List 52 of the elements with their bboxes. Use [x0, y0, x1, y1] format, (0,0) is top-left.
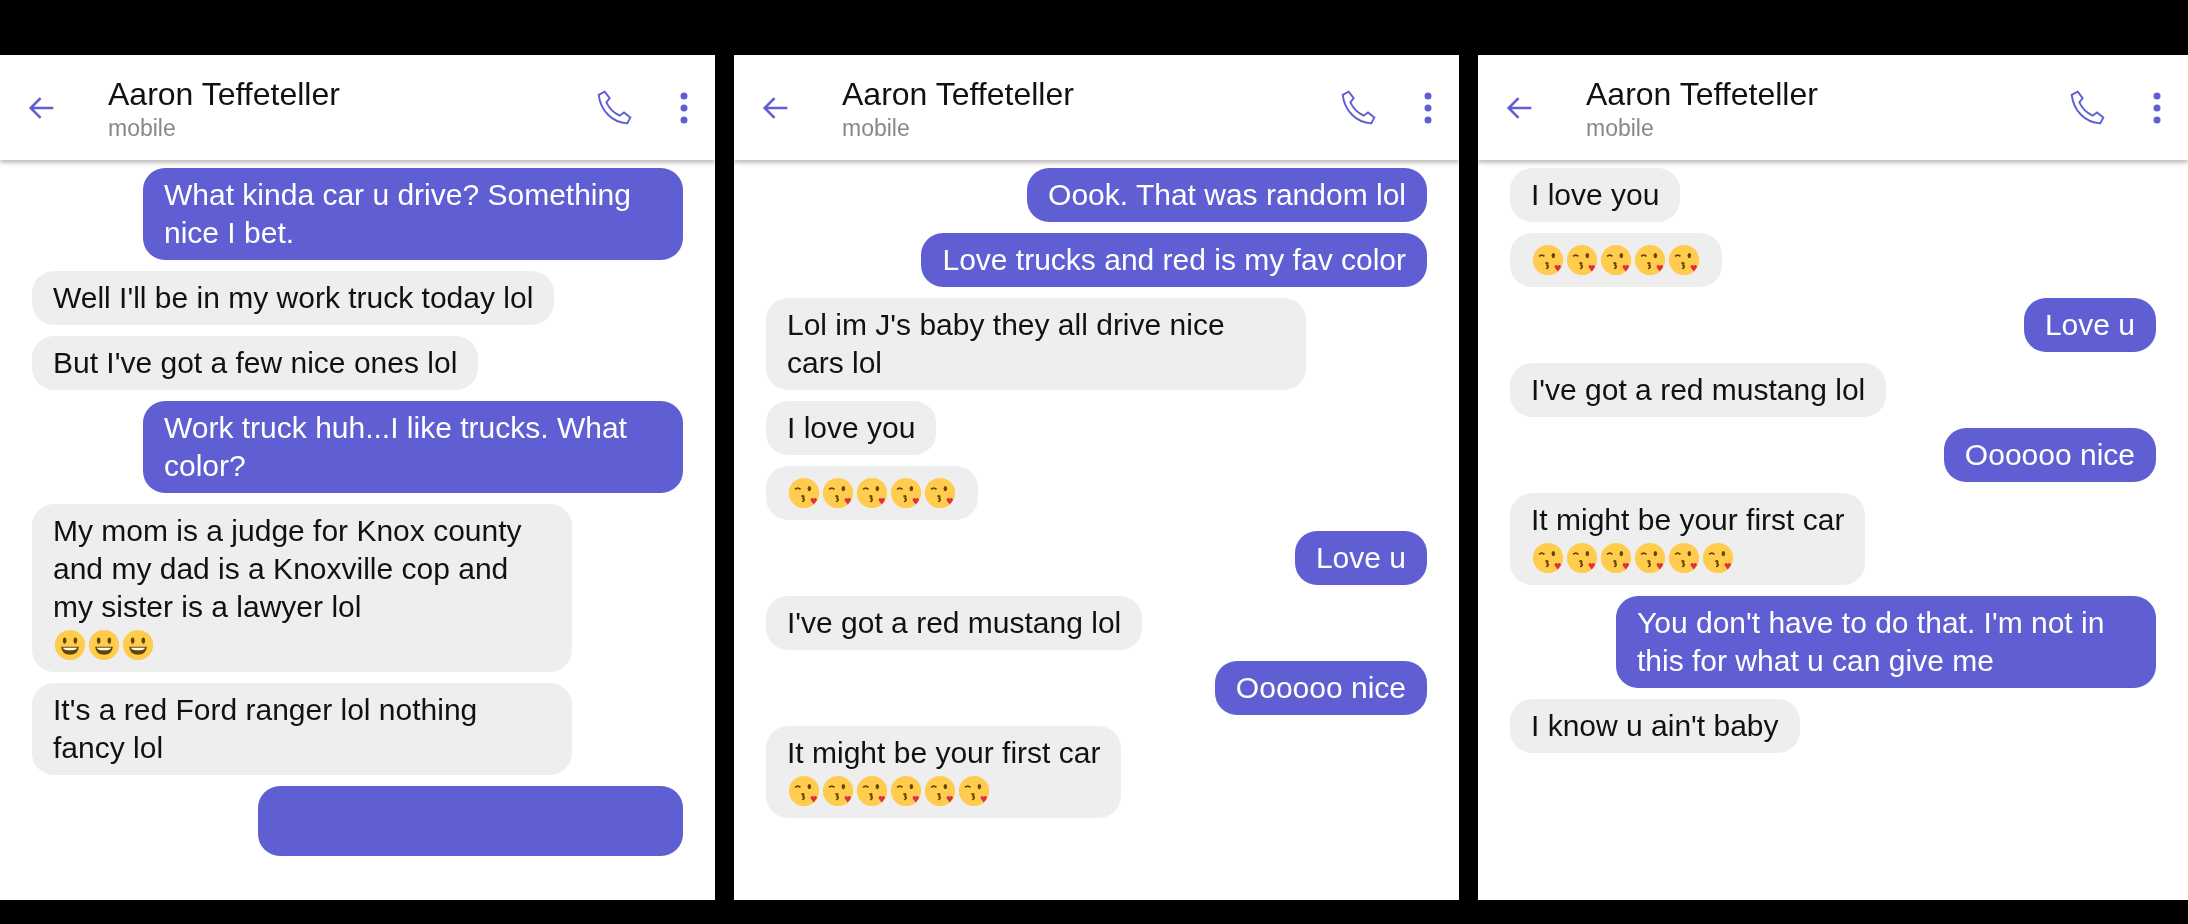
contact-subtitle: mobile — [1586, 113, 1655, 142]
kissing-face-icon — [890, 775, 922, 807]
kissing-face-icon — [1600, 244, 1632, 276]
message-text: But I've got a few nice ones lol — [53, 346, 458, 379]
message-text: It might be your first car — [787, 736, 1101, 769]
contact-name: Aaron Teffeteller — [1586, 74, 1819, 114]
kissing-face-icon — [788, 775, 820, 807]
message-text: Well I'll be in my work truck today lol — [53, 281, 534, 314]
grinning-face-icon — [54, 629, 86, 661]
kissing-face-icon — [1634, 244, 1666, 276]
kissing-face-icon — [1702, 542, 1734, 574]
kissing-face-icon — [856, 477, 888, 509]
message-text: It might be your first car — [1531, 503, 1845, 536]
kissing-face-icon — [1532, 542, 1564, 574]
kissing-face-icon — [924, 477, 956, 509]
kissing-face-icon — [1634, 542, 1666, 574]
message-text: I know u ain't baby — [1531, 709, 1779, 742]
contact-name: Aaron Teffeteller — [842, 74, 1075, 114]
message-text: I've got a red mustang lol — [787, 606, 1122, 639]
kissing-face-icon — [1668, 542, 1700, 574]
grinning-face-icon — [122, 629, 154, 661]
message-text: It's a red Ford ranger lol nothing fancy lol — [53, 693, 478, 764]
message-text: I've got a red mustang lol — [1531, 373, 1866, 406]
kissing-face-icon — [1600, 542, 1632, 574]
message-text: Love trucks and red is my fav color — [942, 243, 1406, 276]
message-text: I love you — [1531, 178, 1660, 211]
kissing-face-icon — [924, 775, 956, 807]
message-text: Work truck huh...I like trucks. What color? — [164, 411, 627, 482]
kissing-face-icon — [1668, 244, 1700, 276]
message-text: Oooooo nice — [1235, 671, 1406, 704]
contact-subtitle: mobile — [108, 113, 177, 142]
grinning-face-icon — [88, 629, 120, 661]
kissing-face-icon — [1566, 542, 1598, 574]
message-text: My mom is a judge for Knox county and my dad is a Knoxville cop and my sister is a lawyer lol — [53, 514, 522, 623]
kissing-face-icon — [822, 477, 854, 509]
kissing-face-icon — [958, 775, 990, 807]
contact-subtitle: mobile — [842, 113, 911, 142]
kissing-face-icon — [1566, 244, 1598, 276]
message-text: Oook. That was random lol — [1048, 178, 1406, 211]
message-text: Oooooo nice — [1964, 438, 2135, 471]
kissing-face-icon — [822, 775, 854, 807]
message-text: Lol im J's baby they all drive nice cars lol — [787, 308, 1225, 379]
message-text: Love u — [2044, 308, 2135, 341]
kissing-face-icon — [1532, 244, 1564, 276]
kissing-face-icon — [788, 477, 820, 509]
message-text: Love u — [1315, 541, 1406, 574]
message-text: You don't have to do that. I'm not in this for what u can give me — [1637, 606, 2105, 677]
contact-name: Aaron Teffeteller — [108, 74, 341, 114]
message-text: What kinda car u drive? Something nice I bet. — [164, 178, 631, 249]
kissing-face-icon — [856, 775, 888, 807]
message-text: I love you — [787, 411, 916, 444]
kissing-face-icon — [890, 477, 922, 509]
